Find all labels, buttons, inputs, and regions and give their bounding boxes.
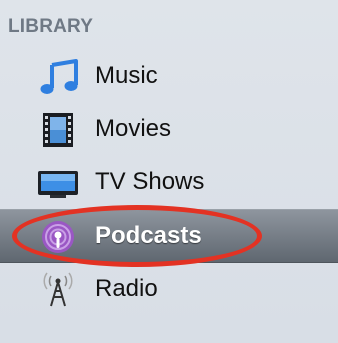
- sidebar-item-label: Music: [95, 62, 158, 89]
- film-icon: [43, 113, 73, 147]
- radio-tower-icon: [43, 272, 73, 307]
- music-note-icon: [40, 59, 78, 94]
- sidebar-section-library-title: LIBRARY: [8, 16, 94, 37]
- tv-icon: [38, 171, 78, 198]
- sidebar-item-music[interactable]: Music: [0, 50, 338, 102]
- sidebar-item-podcasts[interactable]: Podcasts: [0, 209, 338, 263]
- sidebar-item-label: Movies: [95, 115, 172, 142]
- sidebar-item-label: TV Shows: [95, 168, 205, 195]
- sidebar-item-label: Podcasts: [95, 222, 202, 249]
- sidebar: LIBRARY Music Movies TV Shows Podcasts R…: [0, 0, 338, 343]
- sidebar-item-tv-shows[interactable]: TV Shows: [0, 156, 338, 208]
- sidebar-item-label: Radio: [95, 275, 158, 302]
- podcast-icon: [42, 221, 74, 253]
- sidebar-item-radio[interactable]: Radio: [0, 263, 338, 315]
- sidebar-item-movies[interactable]: Movies: [0, 103, 338, 155]
